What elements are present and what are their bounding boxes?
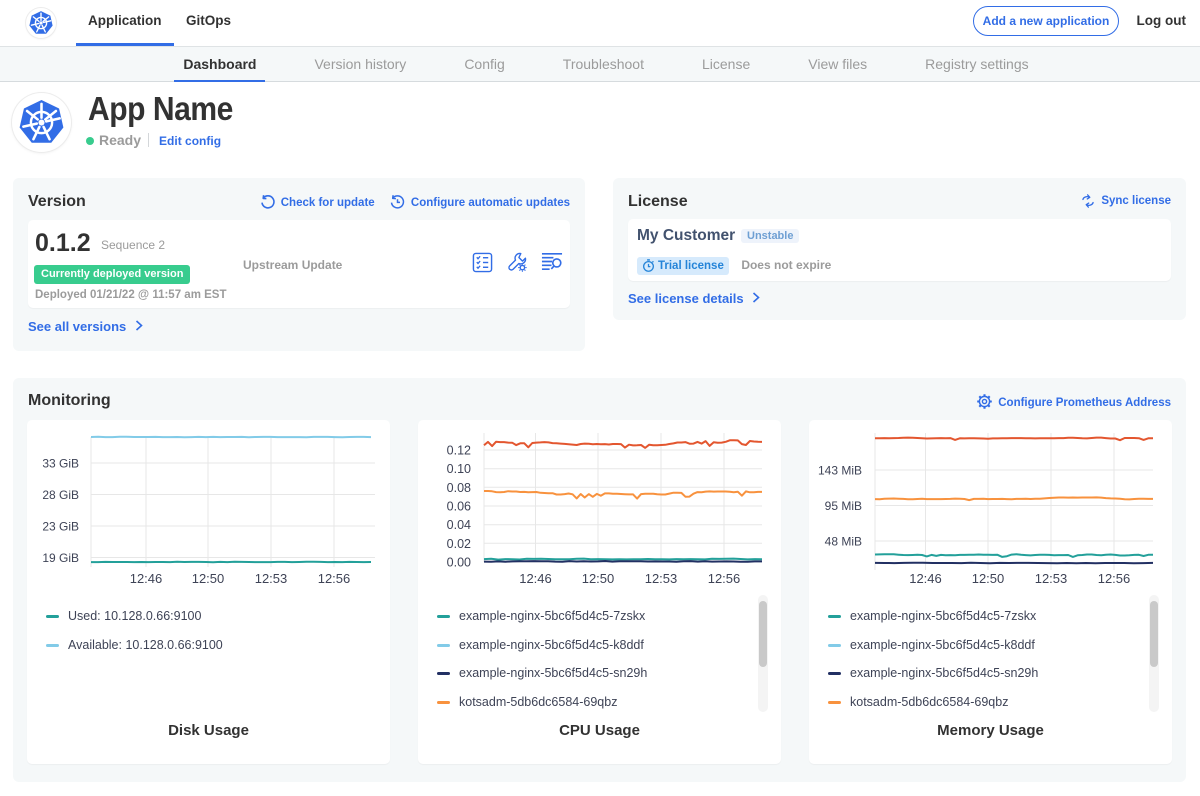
svg-text:0.06: 0.06 [447,500,471,514]
svg-text:12:46: 12:46 [130,571,163,586]
svg-text:12:50: 12:50 [582,571,615,586]
svg-text:0.12: 0.12 [447,444,471,458]
svg-text:12:50: 12:50 [192,571,225,586]
svg-text:0.00: 0.00 [447,556,471,570]
svg-text:12:56: 12:56 [708,571,741,586]
svg-text:95 MiB: 95 MiB [825,499,862,513]
svg-text:33 GiB: 33 GiB [42,457,79,471]
svg-text:12:53: 12:53 [255,571,288,586]
svg-text:23 GiB: 23 GiB [42,520,79,534]
svg-text:19 GiB: 19 GiB [42,551,79,565]
svg-text:0.02: 0.02 [447,537,471,551]
svg-text:0.10: 0.10 [447,462,471,476]
svg-text:28 GiB: 28 GiB [42,488,79,502]
svg-text:48 MiB: 48 MiB [825,535,862,549]
svg-text:0.04: 0.04 [447,518,471,532]
svg-text:12:50: 12:50 [972,571,1005,586]
svg-text:143 MiB: 143 MiB [818,464,862,478]
svg-text:12:56: 12:56 [318,571,351,586]
svg-text:12:53: 12:53 [645,571,678,586]
svg-text:12:46: 12:46 [909,571,942,586]
svg-text:12:53: 12:53 [1035,571,1068,586]
svg-text:0.08: 0.08 [447,481,471,495]
svg-text:12:56: 12:56 [1098,571,1131,586]
svg-text:12:46: 12:46 [519,571,552,586]
